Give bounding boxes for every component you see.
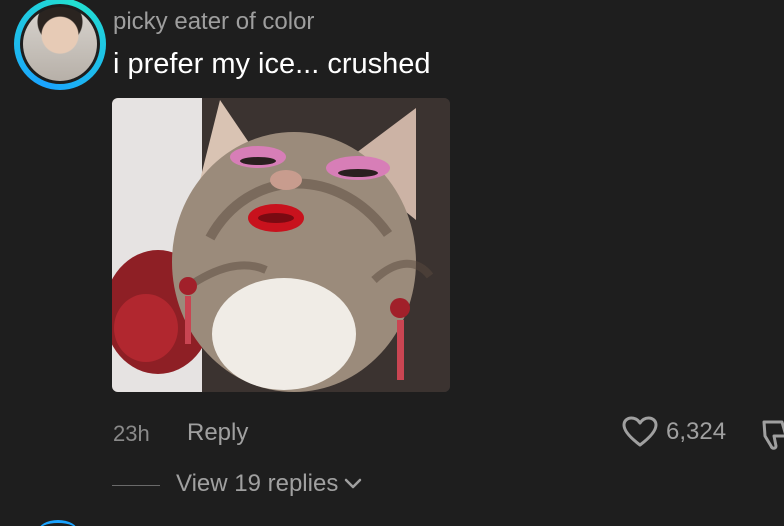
comment-thread: picky eater of color i prefer my ice... … — [0, 0, 784, 526]
like-button[interactable]: 6,324 — [622, 416, 726, 448]
view-replies-button[interactable]: View 19 replies — [176, 470, 362, 498]
thumbs-down-icon[interactable] — [760, 418, 784, 452]
avatar[interactable] — [23, 7, 97, 81]
comment-text: i prefer my ice... crushed — [113, 48, 431, 80]
next-comment-avatar-edge — [38, 520, 78, 526]
heart-outline-icon[interactable] — [622, 416, 658, 448]
avatar-frame — [20, 4, 100, 84]
comment-image[interactable] — [112, 98, 450, 392]
reply-button[interactable]: Reply — [187, 419, 248, 447]
like-count: 6,324 — [666, 418, 727, 445]
cat-photo-illustration — [112, 98, 450, 392]
chevron-down-icon — [345, 478, 362, 489]
replies-divider — [112, 485, 160, 486]
comment-username[interactable]: picky eater of color — [113, 8, 314, 36]
comment-timestamp: 23h — [113, 421, 150, 446]
avatar-story-ring[interactable] — [14, 0, 106, 90]
view-replies-label: View 19 replies — [176, 470, 339, 497]
